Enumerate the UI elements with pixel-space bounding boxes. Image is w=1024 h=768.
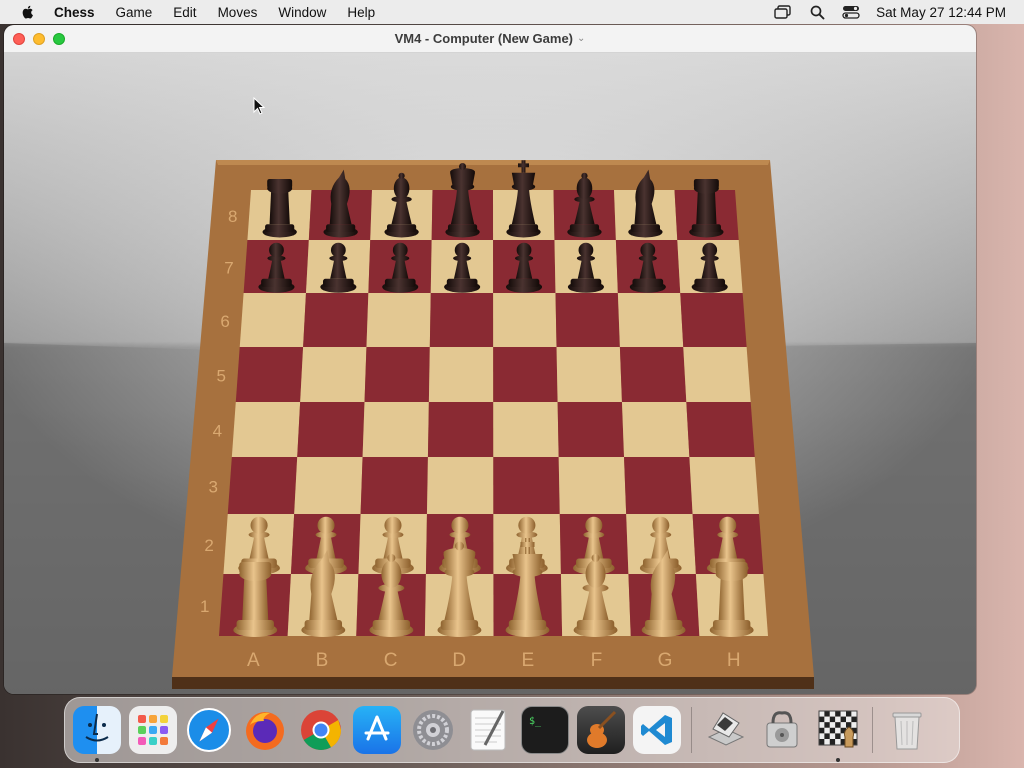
finder-icon[interactable]: [73, 706, 121, 762]
board-square[interactable]: [683, 347, 751, 402]
file-label: F: [591, 650, 603, 671]
mouse-cursor-icon: [253, 97, 265, 115]
minimize-window-button[interactable]: [33, 33, 45, 45]
file-label: H: [727, 650, 741, 671]
menu-game[interactable]: Game: [116, 5, 153, 20]
apple-menu-icon[interactable]: [20, 4, 36, 20]
board-square[interactable]: [617, 293, 684, 347]
board-square[interactable]: [235, 347, 304, 402]
file-label: B: [316, 650, 329, 671]
board-square[interactable]: [556, 347, 622, 402]
board-square[interactable]: [621, 402, 690, 457]
board-square[interactable]: [360, 457, 428, 514]
rank-label: 7: [224, 259, 233, 278]
board-square[interactable]: [428, 347, 494, 402]
svg-text:$_: $_: [529, 716, 542, 727]
menu-edit[interactable]: Edit: [173, 5, 196, 20]
running-indicator: [836, 758, 840, 762]
file-label: E: [521, 650, 534, 671]
control-center-icon[interactable]: [842, 3, 860, 21]
board-square[interactable]: [364, 347, 430, 402]
board-square[interactable]: [239, 293, 306, 347]
trash-icon[interactable]: [883, 706, 931, 754]
board-square[interactable]: [427, 402, 494, 457]
garageband-icon[interactable]: [577, 706, 625, 754]
menu-moves[interactable]: Moves: [218, 5, 258, 20]
window-title-bar[interactable]: VM4 - Computer (New Game) ⌄: [4, 25, 976, 53]
rank-label: 6: [220, 312, 229, 331]
board-square[interactable]: [689, 457, 759, 514]
board-square[interactable]: [686, 402, 755, 457]
file-label: A: [247, 650, 260, 671]
board-square[interactable]: [680, 293, 747, 347]
menu-help[interactable]: Help: [347, 5, 375, 20]
chess-icon[interactable]: [814, 706, 862, 762]
board-square[interactable]: [303, 293, 369, 347]
board-square[interactable]: [624, 457, 693, 514]
rank-label: 5: [217, 367, 226, 386]
safari-icon[interactable]: [185, 706, 233, 754]
app-store-icon[interactable]: [353, 706, 401, 754]
menu-window[interactable]: Window: [278, 5, 326, 20]
file-label: C: [384, 650, 398, 671]
board-square[interactable]: [231, 402, 301, 457]
board-square[interactable]: [555, 293, 620, 347]
spotlight-search-icon[interactable]: [808, 3, 826, 21]
board-square[interactable]: [429, 293, 494, 347]
vscode-icon[interactable]: [633, 706, 681, 754]
board-square[interactable]: [294, 457, 363, 514]
board-square[interactable]: [426, 457, 494, 514]
file-label: G: [658, 650, 673, 671]
rank-label: 4: [213, 422, 222, 441]
chessboard-squares[interactable]: [219, 190, 768, 636]
rank-label: 2: [204, 536, 213, 555]
dock-separator: [872, 707, 873, 753]
rank-label: 8: [228, 207, 237, 226]
textedit-icon[interactable]: [465, 706, 513, 754]
running-indicator: [95, 758, 99, 762]
board-square[interactable]: [493, 293, 557, 347]
dock: $_: [64, 697, 960, 763]
dock-separator: [691, 707, 692, 753]
title-chevron-down-icon[interactable]: ⌄: [577, 33, 585, 44]
board-square[interactable]: [362, 402, 429, 457]
board-square[interactable]: [493, 402, 559, 457]
board-square[interactable]: [366, 293, 431, 347]
rank-label: 3: [209, 478, 218, 497]
zoom-window-button[interactable]: [53, 33, 65, 45]
installer-icon[interactable]: [702, 706, 750, 754]
menu-chess[interactable]: Chess: [54, 5, 95, 20]
board-square[interactable]: [493, 347, 558, 402]
board-square[interactable]: [557, 402, 625, 457]
system-settings-icon[interactable]: [409, 706, 457, 754]
chess-window: VM4 - Computer (New Game) ⌄ 8 7 6 5 4 3 …: [4, 25, 976, 694]
board-square[interactable]: [493, 457, 560, 514]
board-square[interactable]: [227, 457, 298, 514]
chess-scene[interactable]: 8 7 6 5 4 3 2 1 A B C D E F G H: [4, 53, 976, 694]
rank-label: 1: [200, 597, 209, 616]
window-title: VM4 - Computer (New Game): [394, 31, 574, 46]
menu-bar: Chess Game Edit Moves Window Help Sat Ma…: [0, 0, 1024, 24]
board-square[interactable]: [300, 347, 367, 402]
board-square[interactable]: [619, 347, 687, 402]
terminal-icon[interactable]: $_: [521, 706, 569, 754]
board-square[interactable]: [297, 402, 365, 457]
board-square[interactable]: [558, 457, 627, 514]
file-label: D: [452, 650, 466, 671]
screen-mirroring-icon[interactable]: [774, 3, 792, 21]
launchpad-icon[interactable]: [129, 706, 177, 754]
disk-utility-icon[interactable]: [758, 706, 806, 754]
menu-bar-clock[interactable]: Sat May 27 12:44 PM: [876, 5, 1006, 20]
firefox-icon[interactable]: [241, 706, 289, 754]
chrome-icon[interactable]: [297, 706, 345, 754]
close-window-button[interactable]: [13, 33, 25, 45]
